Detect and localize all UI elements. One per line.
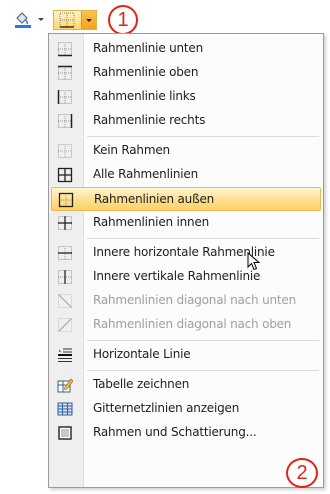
menu-item-view-gridlines[interactable]: Gitternetzlinien anzeigen [51,397,321,421]
menu-item-label: Innere vertikale Rahmenlinie [93,269,261,283]
diagonal-up-border-icon [58,318,72,332]
menu-separator [87,370,319,371]
menu-item-border-bottom[interactable]: Rahmenlinie unten [51,37,321,61]
borders-and-shading-icon [58,426,72,440]
menu-item-border-top[interactable]: Rahmenlinie oben [51,61,321,85]
borders-dropdown-arrow[interactable] [81,11,96,29]
menu-item-label: Tabelle zeichnen [93,377,190,391]
menu-item-label: Rahmenlinien außen [94,192,215,206]
menu-item-label: Rahmenlinien diagonal nach unten [93,293,296,307]
inside-horizontal-border-icon [58,246,72,260]
toolbar: 1 [0,0,330,35]
diagonal-down-border-icon [58,294,72,308]
menu-item-draw-table[interactable]: Tabelle zeichnen [51,373,321,397]
inside-vertical-border-icon [58,270,72,284]
no-border-icon [58,144,72,158]
menu-item-horizontal-line[interactable]: Horizontale Linie [51,343,321,367]
menu-item-inside-horizontal[interactable]: Innere horizontale Rahmenlinie [51,241,321,265]
menu-item-no-border[interactable]: Kein Rahmen [51,139,321,163]
menu-item-borders-and-shading[interactable]: Rahmen und Schattierung... [51,421,321,445]
menu-item-label: Rahmenlinien diagonal nach oben [93,317,292,331]
menu-separator [87,238,319,239]
menu-item-diagonal-down: Rahmenlinien diagonal nach unten [51,289,321,313]
menu-item-inside-borders[interactable]: Rahmenlinien innen [51,211,321,235]
menu-separator [87,136,319,137]
menu-separator [87,340,319,341]
menu-item-label: Rahmenlinie oben [93,65,199,79]
callout-1: 1 [108,5,138,35]
borders-button[interactable] [53,10,97,30]
menu-item-label: Horizontale Linie [93,347,191,361]
border-top-icon [58,65,72,80]
menu-item-label: Rahmenlinie rechts [93,113,206,127]
border-right-icon [58,114,73,128]
mouse-pointer-icon [247,252,261,271]
menu-item-label: Kein Rahmen [93,143,170,157]
borders-grid-icon [59,12,75,28]
border-left-icon [57,90,72,104]
borders-menu: Rahmenlinie unten Rahmenlinie oben Rahme… [48,33,324,488]
draw-table-icon [57,378,73,393]
chevron-down-icon [86,19,92,22]
horizontal-line-icon [58,348,72,362]
menu-item-inside-vertical[interactable]: Innere vertikale Rahmenlinie [51,265,321,289]
callout-2: 2 [286,458,318,488]
menu-item-outside-borders[interactable]: Rahmenlinien außen [51,187,321,211]
shading-button[interactable] [12,10,48,30]
menu-item-label: Alle Rahmenlinien [93,167,198,181]
menu-item-label: Gitternetzlinien anzeigen [93,401,240,415]
menu-item-label: Rahmenlinie unten [93,41,204,55]
menu-item-border-left[interactable]: Rahmenlinie links [51,85,321,109]
menu-item-label: Rahmenlinie links [93,89,196,103]
inside-borders-icon [58,216,72,230]
menu-item-diagonal-up: Rahmenlinien diagonal nach oben [51,313,321,337]
paint-bucket-icon [15,12,44,28]
menu-item-label: Rahmenlinien innen [93,215,210,229]
view-gridlines-icon [57,402,73,416]
outside-borders-icon [58,192,74,208]
menu-item-label: Rahmen und Schattierung... [93,425,257,439]
menu-item-all-borders[interactable]: Alle Rahmenlinien [51,163,321,187]
all-borders-icon [57,167,73,183]
border-bottom-icon [58,42,72,57]
menu-item-border-right[interactable]: Rahmenlinie rechts [51,109,321,133]
